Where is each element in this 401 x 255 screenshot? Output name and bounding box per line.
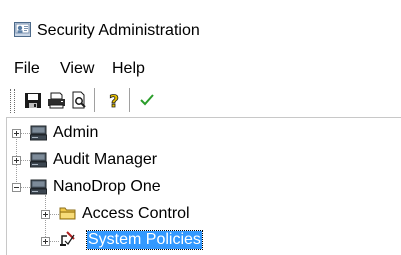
tree-node-system-policies[interactable]: System Policies [86, 230, 203, 250]
policy-icon [60, 231, 75, 246]
tree-border [6, 117, 7, 255]
help-icon: ? [109, 92, 120, 113]
checkmark-icon [140, 94, 154, 106]
tree-node-access-control[interactable]: Access Control [81, 205, 191, 223]
expand-audit-manager-button[interactable] [12, 156, 21, 165]
computer-icon [30, 152, 47, 168]
tree-node-admin[interactable]: Admin [52, 124, 99, 142]
tree-connector [21, 187, 30, 189]
toolbar: ? [0, 83, 401, 200]
print-icon [48, 92, 65, 109]
print-preview-button[interactable] [68, 89, 90, 111]
computer-icon [30, 179, 47, 195]
tree-node-audit-manager[interactable]: Audit Manager [52, 151, 158, 169]
expand-access-control-button[interactable] [41, 210, 50, 219]
computer-icon [30, 125, 47, 141]
save-button[interactable] [22, 89, 44, 111]
tree-connector [45, 195, 47, 243]
security-tree[interactable]: Admin Audit Manager NanoDrop One Access … [0, 117, 401, 255]
svg-text:?: ? [109, 92, 119, 111]
tree-connector [21, 133, 30, 135]
tree-node-nanodrop-one[interactable]: NanoDrop One [52, 178, 162, 196]
menu-view[interactable]: View [60, 60, 94, 78]
toolbar-separator [129, 88, 130, 112]
window-title: Security Administration [37, 22, 200, 39]
menu-file[interactable]: File [14, 60, 40, 78]
tree-connector [50, 241, 59, 243]
menu-bar: File View Help [0, 53, 401, 83]
folder-icon [59, 207, 76, 220]
security-admin-app-icon [14, 22, 31, 37]
title-bar: Security Administration [0, 0, 401, 53]
help-button[interactable]: ? [103, 89, 125, 113]
apply-button[interactable] [136, 89, 158, 111]
tree-connector [50, 214, 59, 216]
print-preview-icon [72, 91, 86, 109]
expand-admin-button[interactable] [12, 129, 21, 138]
menu-help[interactable]: Help [112, 60, 145, 78]
save-icon [25, 93, 41, 108]
tree-connector [21, 160, 30, 162]
collapse-nanodrop-one-button[interactable] [12, 183, 21, 192]
print-button[interactable] [45, 89, 67, 111]
expand-system-policies-button[interactable] [41, 237, 50, 246]
tree-border [6, 117, 401, 118]
toolbar-separator [94, 88, 95, 112]
toolbar-grip[interactable] [10, 89, 15, 113]
